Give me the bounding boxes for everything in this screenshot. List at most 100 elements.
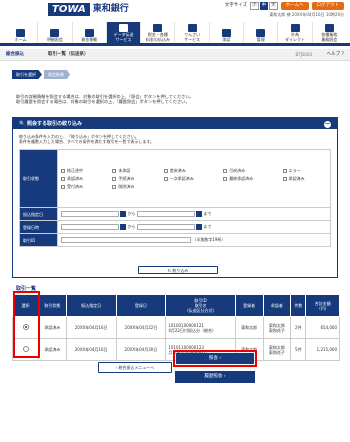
nav-label: 各種業務 業務照会 [321, 32, 338, 42]
nav-label: 税金・各種 料金の払込み [145, 32, 170, 42]
status-checkbox[interactable]: 承認済み [61, 176, 105, 181]
nav-item-3[interactable]: データ伝送 サービス [105, 22, 141, 43]
status-checkbox[interactable]: 承認済み [282, 176, 327, 181]
checkbox-icon [282, 176, 287, 181]
column-header: 件数 [290, 294, 307, 317]
status-checkbox[interactable]: 未承認 [112, 168, 156, 173]
collapse-icon[interactable]: － [324, 121, 331, 128]
help-icon: ? [341, 52, 344, 57]
status-checkbox[interactable]: 受付済み [61, 184, 105, 189]
nav-label: 明細照会 [46, 36, 63, 42]
date2-to-input[interactable] [136, 224, 195, 230]
nav-item-5[interactable]: でんさい サービス [174, 22, 208, 43]
status-checkbox[interactable]: 一次承認済み [163, 176, 216, 181]
checkbox-icon [223, 176, 228, 181]
from-text: から [127, 224, 136, 229]
checkbox-label: 差戻済み [169, 168, 186, 173]
status-checkbox[interactable]: 最終承認済み [223, 176, 275, 181]
calendar-icon[interactable] [196, 224, 203, 230]
nav-item-4[interactable]: 税金・各種 料金の払込み [140, 22, 174, 43]
transaction-id-input[interactable] [61, 237, 191, 243]
checkbox-label: 一次承認済み [169, 176, 194, 181]
nav-label: 外為 ダイレクト [285, 32, 306, 42]
logo-mark: TOWA [48, 3, 90, 16]
font-size-small[interactable]: 小 [250, 2, 259, 10]
status-checkbox[interactable]: 修正途中 [61, 168, 105, 173]
checkbox-icon [163, 176, 168, 181]
global-nav: ホーム 明細照会 資金移動 データ伝送 サービス 税金・各種 料金の払込み でんさい サー… [4, 22, 346, 43]
bank-name: 東和銀行 [92, 3, 129, 14]
checkbox-label: 削除済み [118, 184, 135, 189]
filter-title: 照会する取引の絞り込み [26, 121, 82, 127]
date2-label: 登録日時 [19, 220, 58, 234]
approve-icon [221, 28, 231, 37]
breadcrumb[interactable]: 総合振込 [6, 52, 24, 58]
step-select: 取引を選択 [12, 70, 42, 79]
nav-item-0[interactable]: ホーム [4, 22, 37, 43]
status-checkbox[interactable]: 差戻済み [163, 168, 216, 173]
header: TOWA 東和銀行 文字サイズ 小 中 大 ホームへ ログアウト 東和太郎 様 … [0, 0, 350, 46]
inquiry-label: 照会 [208, 356, 218, 361]
checkbox-icon [163, 168, 168, 173]
filter-panel-header[interactable]: 🔍 照会する取引の絞り込み － [13, 118, 337, 129]
column-header: 登録日 [115, 294, 167, 317]
checkbox-icon [61, 176, 65, 181]
status-checkbox[interactable]: エラー [282, 168, 327, 173]
status-checkbox[interactable]: 削除済み [112, 184, 156, 189]
history-button[interactable]: 履歴照会 › [175, 371, 255, 383]
font-size-label: 文字サイズ [224, 3, 248, 8]
id-cell: （半角数字19桁） [57, 233, 331, 247]
home-icon [16, 28, 26, 37]
nav-item-9[interactable]: 各種業務 業務照会 [311, 22, 346, 43]
calendar-icon[interactable] [196, 211, 203, 217]
to-text: まで [203, 211, 212, 216]
checkbox-label: 未承認 [118, 168, 131, 173]
nav-label: でんさい サービス [184, 32, 201, 42]
nav-item-6[interactable]: 承認 [208, 22, 243, 43]
calendar-icon[interactable] [120, 211, 127, 217]
refresh-icon: ↻ [167, 268, 172, 273]
help-link[interactable]: ヘルプ ? [327, 52, 344, 58]
font-size-large[interactable]: 大 [269, 2, 278, 10]
list-icon [50, 28, 60, 37]
filter-button-label: 絞り込み [172, 268, 189, 273]
checkbox-label: 承認済み [67, 176, 83, 181]
title-bar: 総合振込 取引一覧（伝送系） BTJS020 ヘルプ ? [0, 49, 350, 61]
filter-button[interactable]: ↻ 絞り込み [138, 266, 218, 274]
date2-from-input[interactable] [61, 224, 119, 230]
font-size-medium[interactable]: 中 [259, 2, 269, 10]
id-label: 取引ID [19, 233, 58, 247]
filter-panel: 🔍 照会する取引の絞り込み － 絞り込み条件を入力の上、「絞り込み」ボタンを押し… [12, 117, 338, 278]
table-row[interactable]: 承認済み 20XX年04月16日 20XX年04月22日 10100100000121… [12, 316, 340, 339]
screen-code: BTJS020 [295, 52, 312, 57]
bank-logo[interactable]: TOWA 東和銀行 [48, 3, 129, 16]
step-indicator: 取引を選択 照会結果 [12, 70, 72, 79]
checkbox-icon [223, 168, 228, 173]
nav-item-1[interactable]: 明細照会 [37, 22, 71, 43]
manage-icon [256, 28, 266, 37]
date-to-input[interactable] [136, 211, 195, 217]
column-header: 取引状態 [38, 294, 67, 317]
calendar-icon[interactable] [120, 224, 127, 230]
checkbox-label: 最終承認済み [229, 176, 254, 181]
page: TOWA 東和銀行 文字サイズ 小 中 大 ホームへ ログアウト 東和太郎 様 … [0, 0, 350, 442]
nav-item-7[interactable]: 管理 [243, 22, 277, 43]
date-from-input[interactable] [61, 211, 119, 217]
inquiry-button[interactable]: 照会 › [176, 353, 254, 364]
nav-item-2[interactable]: 資金移動 [71, 22, 106, 43]
back-to-menu-button[interactable]: ‹ 総合振込メニューへ [98, 362, 172, 373]
step-result: 照会結果 [44, 70, 70, 79]
cell-id: 10100100000121 4月22日付振込分（総合） [165, 316, 236, 339]
column-header: 登録者 [234, 294, 264, 317]
status-checkbox[interactable]: 引戻済み [223, 168, 275, 173]
home-button[interactable]: ホームへ [280, 2, 309, 10]
logout-button[interactable]: ログアウト [311, 2, 344, 10]
checkbox-icon [112, 168, 117, 173]
utility-bar: 文字サイズ 小 中 大 ホームへ ログアウト [225, 2, 344, 10]
status-checkbox[interactable]: 手続済み [112, 176, 156, 181]
nav-item-8[interactable]: 外為 ダイレクト [277, 22, 311, 43]
page-title: 取引一覧（伝送系） [48, 52, 89, 57]
column-header: 承認者 [262, 294, 292, 317]
id-hint: （半角数字19桁） [192, 237, 226, 242]
checkbox-label: 手続済み [118, 176, 135, 181]
